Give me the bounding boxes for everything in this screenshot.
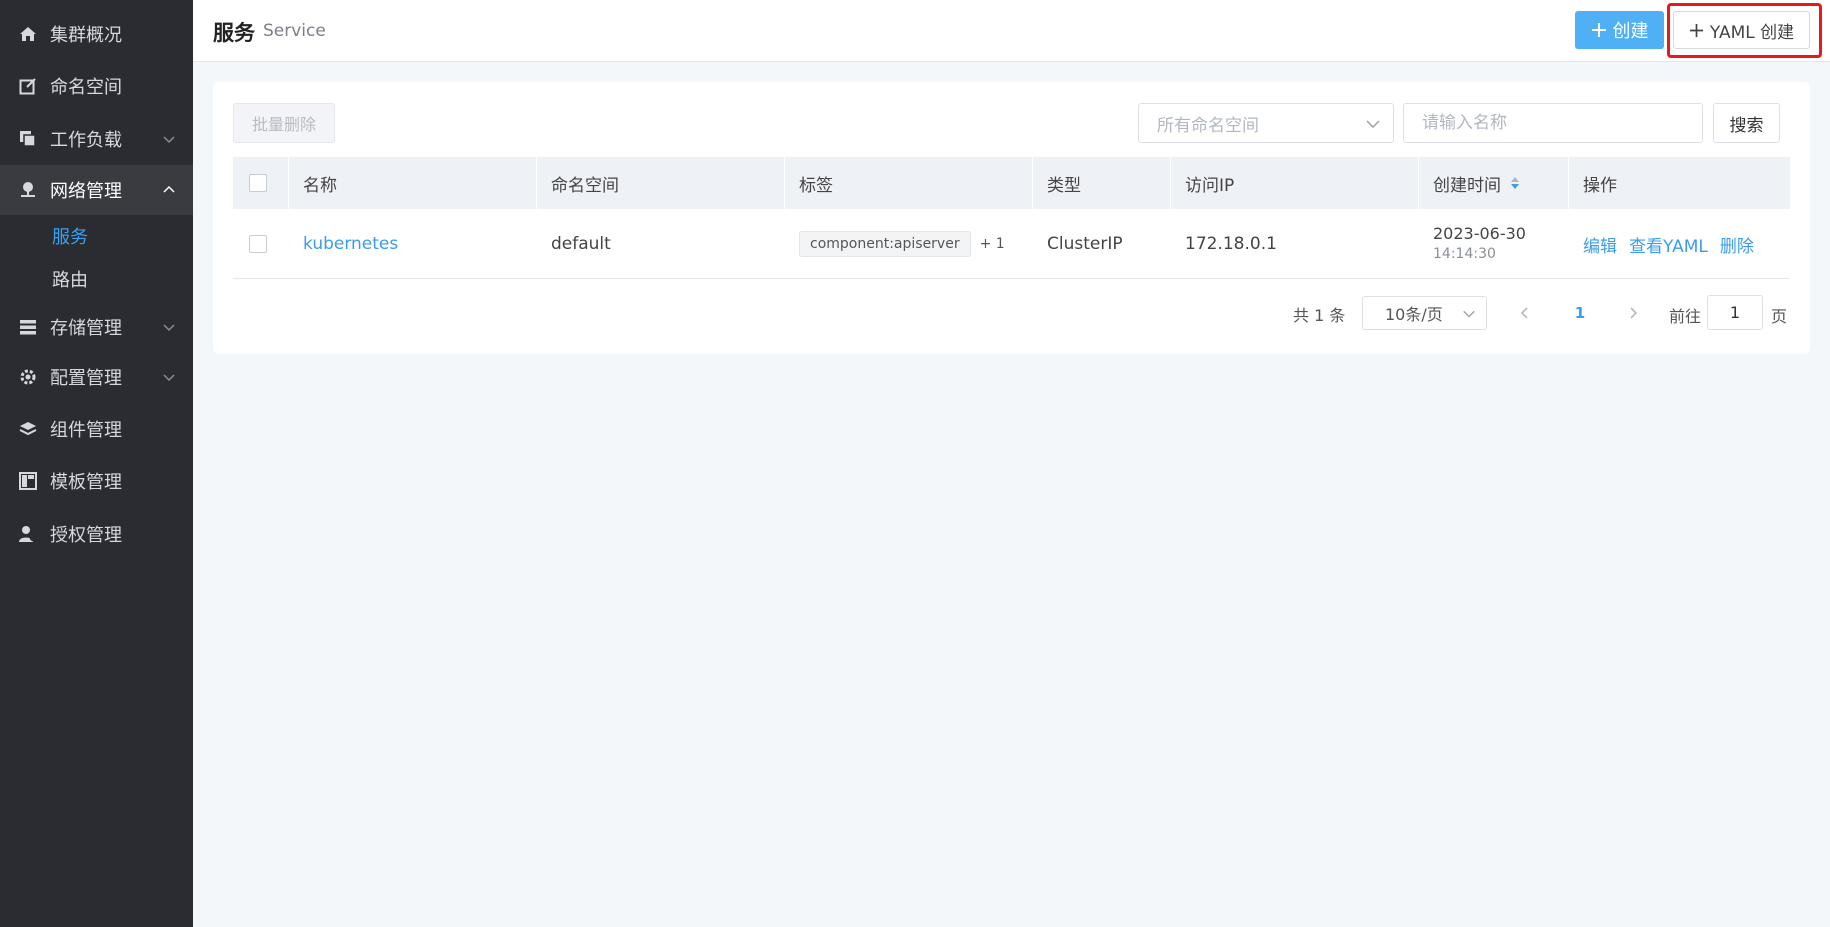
select-all-cell (233, 157, 289, 209)
cell-labels: component:apiserver + 1 (785, 209, 1033, 279)
chevron-down-icon (163, 136, 175, 144)
cell-name: kubernetes (289, 209, 537, 279)
cell-actions: 编辑 查看YAML 删除 (1569, 209, 1790, 279)
sidebar-item-config[interactable]: 配置管理 (0, 352, 193, 402)
yaml-create-button[interactable]: YAML 创建 (1673, 11, 1810, 49)
storage-icon (18, 317, 38, 337)
column-header-access-ip: 访问IP (1171, 157, 1419, 209)
batch-delete-button[interactable]: 批量删除 (233, 103, 335, 143)
column-header-created[interactable]: 创建时间 (1419, 157, 1569, 209)
sidebar-item-label: 网络管理 (50, 181, 122, 202)
goto-page-input[interactable] (1707, 295, 1763, 330)
create-button-label: 创建 (1612, 21, 1649, 42)
create-button[interactable]: 创建 (1575, 11, 1664, 49)
column-header-actions: 操作 (1583, 175, 1617, 196)
sidebar-subitem-ingress[interactable]: 路由 (0, 258, 193, 300)
sidebar-item-label: 命名空间 (50, 77, 122, 98)
service-name-link[interactable]: kubernetes (303, 234, 398, 254)
namespace-select[interactable]: 所有命名空间 (1138, 103, 1394, 143)
column-header-name: 名称 (289, 157, 537, 209)
sort-icon[interactable] (1509, 175, 1521, 191)
page-number-button[interactable]: 1 (1568, 298, 1592, 328)
sidebar-subitem-service[interactable]: 服务 (0, 215, 193, 257)
page-size-select[interactable]: 10条/页 (1362, 296, 1487, 330)
copy-icon (18, 129, 38, 149)
chevron-down-icon (163, 324, 175, 332)
column-header-namespace: 命名空间 (537, 157, 785, 209)
sidebar-item-cluster-overview[interactable]: 集群概况 (0, 9, 193, 59)
sidebar-item-label: 模板管理 (50, 472, 122, 493)
goto-label: 前往 (1669, 307, 1702, 326)
pagination-total: 共 1 条 (1293, 306, 1346, 325)
plus-icon (1689, 23, 1703, 37)
sidebar: 集群概况 命名空间 工作负载 网络管理 服务 路由 存储管理 配置管理 组件管理… (0, 0, 193, 927)
sidebar-item-namespaces[interactable]: 命名空间 (0, 61, 193, 111)
home-icon (18, 24, 38, 44)
page-subtitle: Service (263, 21, 326, 41)
namespace-select-placeholder: 所有命名空间 (1157, 115, 1259, 136)
template-icon (18, 471, 38, 491)
next-page-button[interactable] (1621, 298, 1645, 328)
page-header: 服务 Service 创建 YAML 创建 (193, 0, 1830, 62)
sidebar-item-label: 组件管理 (50, 420, 122, 441)
chevron-left-icon (1520, 307, 1528, 319)
network-icon (18, 180, 38, 200)
page-suffix-label: 页 (1771, 307, 1788, 326)
sidebar-subitem-label: 服务 (52, 227, 88, 248)
name-search-input[interactable] (1403, 103, 1703, 143)
view-yaml-action[interactable]: 查看YAML (1629, 232, 1708, 257)
chevron-down-icon (1366, 120, 1380, 129)
sidebar-item-label: 配置管理 (50, 368, 122, 389)
sidebar-subitem-label: 路由 (52, 270, 88, 291)
chevron-right-icon (1630, 307, 1638, 319)
label-tag: component:apiserver (799, 231, 971, 257)
sidebar-item-auth[interactable]: 授权管理 (0, 509, 193, 559)
sidebar-item-components[interactable]: 组件管理 (0, 404, 193, 454)
layers-icon (18, 419, 38, 439)
sidebar-item-workloads[interactable]: 工作负载 (0, 114, 193, 164)
chevron-down-icon (163, 374, 175, 382)
column-header-labels: 标签 (785, 157, 1033, 209)
chevron-up-icon (163, 185, 175, 193)
column-header-type: 类型 (1033, 157, 1171, 209)
row-checkbox[interactable] (249, 235, 267, 253)
search-button[interactable]: 搜索 (1713, 103, 1780, 143)
table-row: kubernetes default component:apiserver +… (233, 209, 1790, 279)
select-all-checkbox[interactable] (249, 174, 267, 192)
page-title: 服务 (213, 21, 255, 45)
user-key-icon (18, 524, 38, 544)
cell-namespace: default (551, 234, 611, 254)
plus-icon (1591, 23, 1606, 37)
page-size-value: 10条/页 (1385, 305, 1443, 324)
yaml-create-button-label: YAML 创建 (1709, 22, 1795, 43)
sidebar-item-label: 授权管理 (50, 525, 122, 546)
edit-icon (18, 76, 38, 96)
row-select-cell (233, 209, 289, 279)
sidebar-item-label: 存储管理 (50, 318, 122, 339)
sidebar-item-templates[interactable]: 模板管理 (0, 456, 193, 506)
prev-page-button[interactable] (1513, 298, 1537, 328)
chevron-down-icon (1463, 310, 1475, 318)
sidebar-item-label: 集群概况 (50, 25, 122, 46)
service-list-card: 批量删除 所有命名空间 搜索 名称 命名空间 标签 类型 访问IP 创建时间 操… (213, 82, 1810, 354)
delete-action[interactable]: 删除 (1720, 232, 1754, 257)
cell-type: ClusterIP (1047, 234, 1123, 254)
cell-created: 2023-06-30 14:14:30 (1419, 209, 1569, 279)
column-header-created-label: 创建时间 (1433, 175, 1501, 196)
table-header: 名称 命名空间 标签 类型 访问IP 创建时间 操作 (233, 157, 1790, 209)
sidebar-item-storage[interactable]: 存储管理 (0, 302, 193, 352)
gear-icon (18, 367, 38, 387)
created-date: 2023-06-30 (1433, 224, 1526, 243)
label-more[interactable]: + 1 (980, 236, 1005, 252)
edit-action[interactable]: 编辑 (1583, 232, 1617, 257)
sidebar-item-network[interactable]: 网络管理 (0, 165, 193, 215)
created-time: 14:14:30 (1433, 246, 1496, 262)
sidebar-item-label: 工作负载 (50, 130, 122, 151)
cell-access-ip: 172.18.0.1 (1185, 234, 1277, 254)
